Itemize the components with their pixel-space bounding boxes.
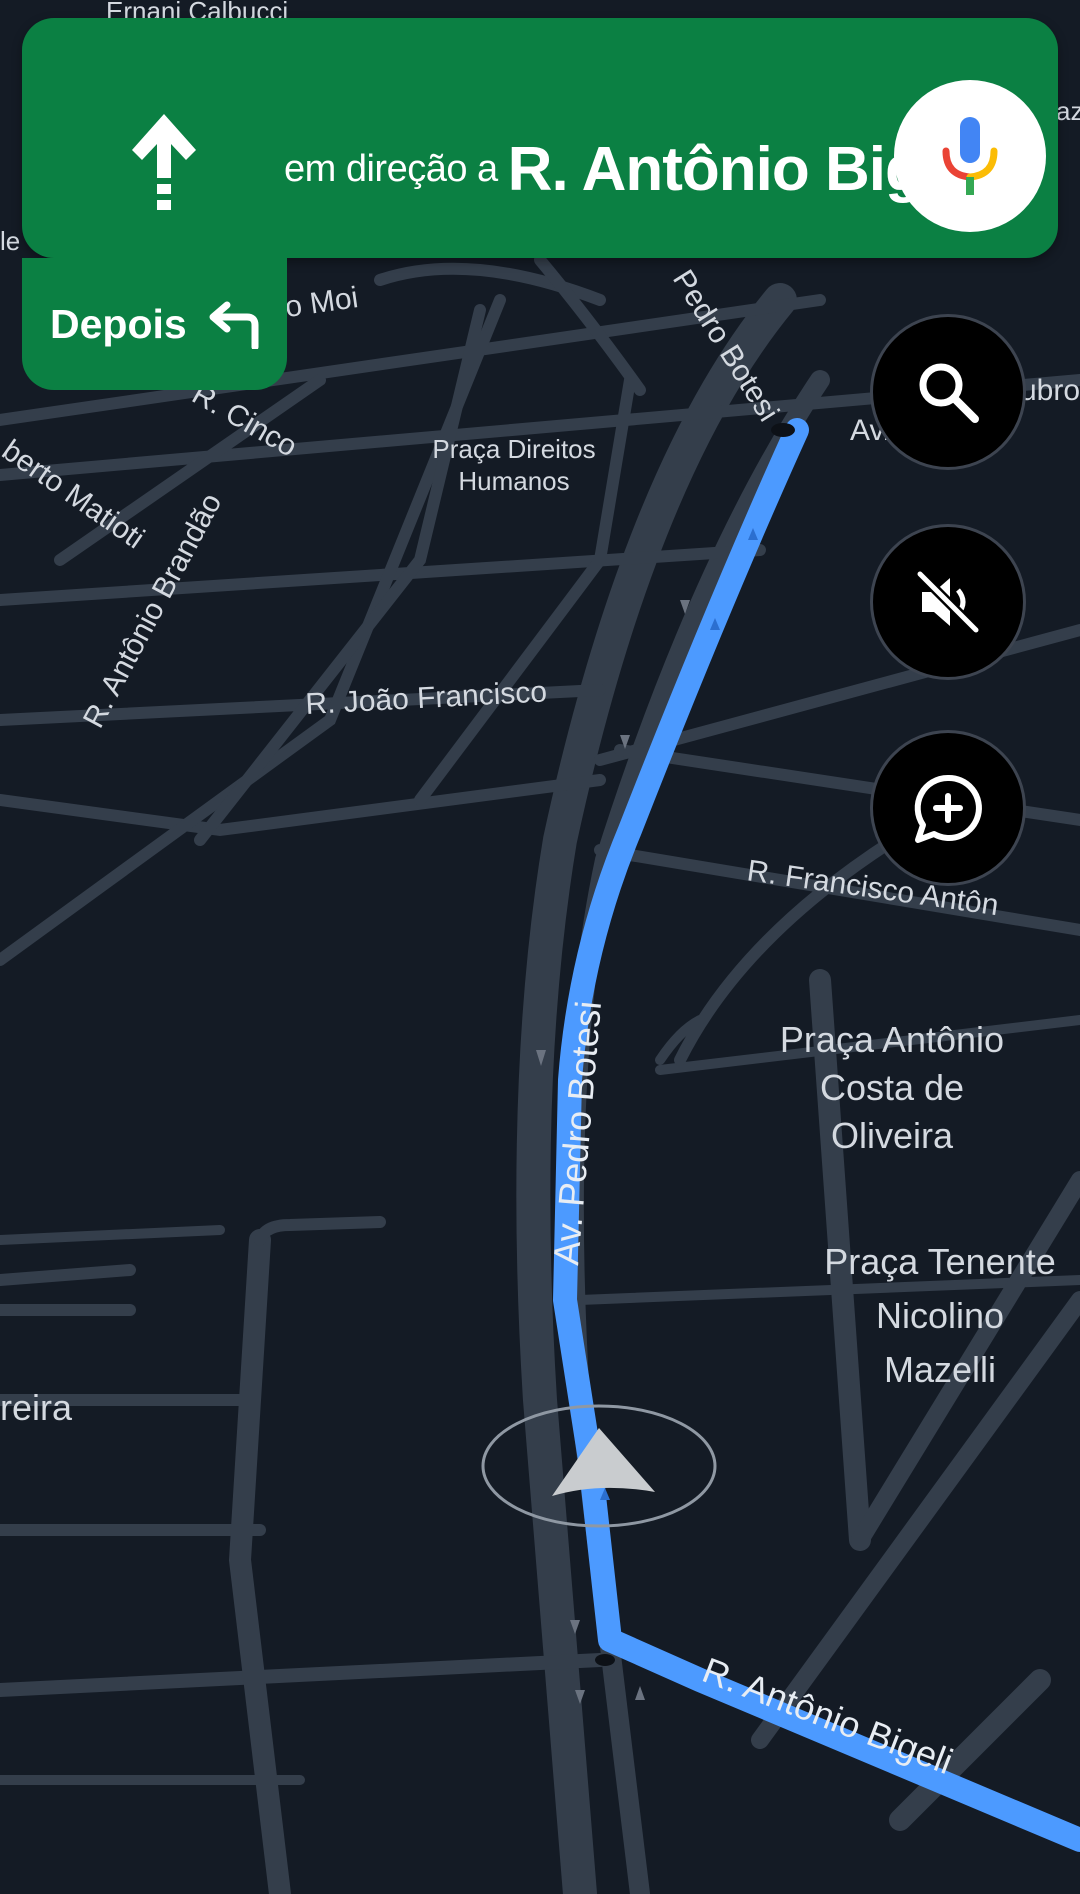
volume-off-icon <box>916 570 980 634</box>
place-label-tenente-3: Mazelli <box>884 1349 996 1390</box>
turn-point-dot <box>595 1654 615 1666</box>
place-label-direitos-2: Humanos <box>458 466 569 496</box>
report-incident-button[interactable] <box>870 730 1026 886</box>
next-maneuver-chip[interactable]: Depois <box>22 258 287 390</box>
search-button[interactable] <box>870 314 1026 470</box>
direction-instruction: em direção a R. Antônio Bigeli <box>284 114 989 224</box>
voice-search-button[interactable] <box>894 80 1046 232</box>
street-label-left-edge: le <box>0 226 20 256</box>
navigation-banner[interactable]: em direção a R. Antônio Bigeli <box>22 18 1058 258</box>
straight-arrow-icon <box>132 114 196 210</box>
place-label-costa-2: Costa de <box>820 1067 964 1108</box>
next-maneuver-label: Depois <box>50 300 187 347</box>
street-label-azi: azi <box>1056 96 1080 126</box>
mute-button[interactable] <box>870 524 1026 680</box>
place-label-costa-1: Praça Antônio <box>780 1019 1004 1060</box>
street-label-ubro: ubro <box>1020 374 1080 407</box>
street-label-moi: io Moi <box>276 281 360 325</box>
microphone-icon <box>942 117 998 195</box>
search-icon <box>919 363 979 423</box>
place-label-tenente-1: Praça Tenente <box>824 1241 1056 1282</box>
direction-prefix: em direção a <box>284 147 498 190</box>
street-label-matioti: berto Matioti <box>0 434 150 556</box>
place-label-direitos: Praça Direitos <box>432 434 595 464</box>
turn-left-arrow-icon <box>209 301 259 349</box>
street-label-bigeli: R. Antônio Bigeli <box>697 1649 958 1782</box>
street-label-reira: reira <box>0 1387 73 1428</box>
turn-point-dot <box>771 423 795 437</box>
place-label-costa-3: Oliveira <box>831 1115 954 1156</box>
place-label-tenente-2: Nicolino <box>876 1295 1004 1336</box>
report-add-comment-icon <box>914 774 982 843</box>
